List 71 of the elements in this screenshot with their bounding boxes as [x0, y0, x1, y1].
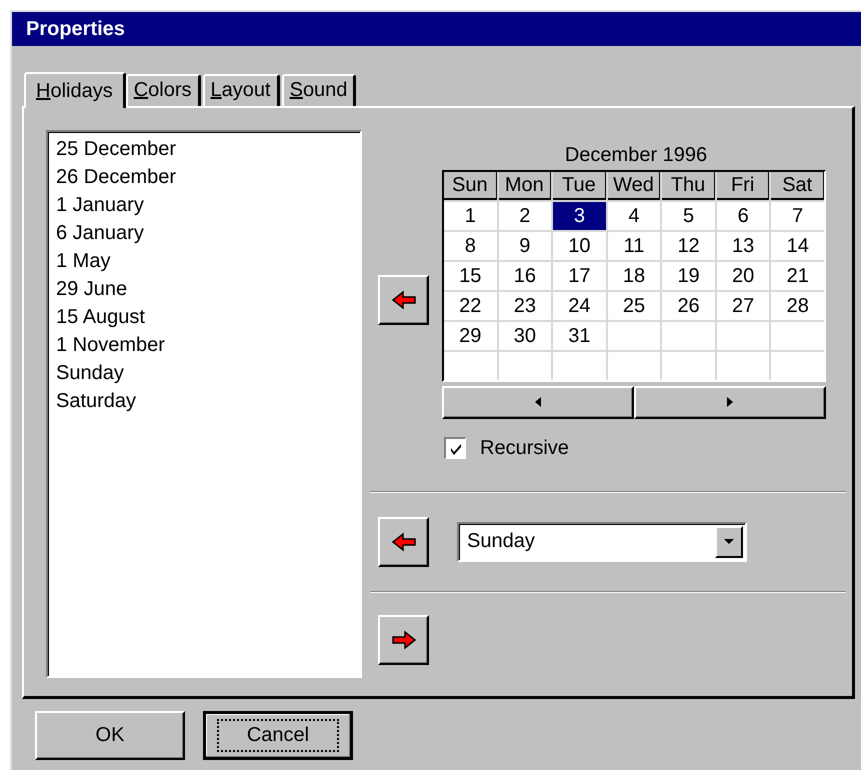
day-cell[interactable]: 26: [662, 292, 715, 320]
list-item[interactable]: 29 June: [56, 275, 360, 303]
list-item[interactable]: 1 May: [56, 247, 360, 275]
checkbox-label: Recursive: [480, 436, 569, 460]
day-cell[interactable]: 16: [498, 262, 552, 290]
day-cell[interactable]: 23: [498, 292, 552, 320]
day-cell[interactable]: 10: [553, 232, 606, 260]
list-item[interactable]: 25 December: [56, 135, 360, 163]
day-cell[interactable]: 8: [444, 232, 497, 260]
day-cell[interactable]: 15: [444, 262, 497, 290]
weekday-header: Mon: [498, 172, 552, 200]
day-cell[interactable]: 9: [498, 232, 552, 260]
day-cell[interactable]: 29: [444, 322, 497, 350]
day-cell[interactable]: 7: [771, 202, 824, 230]
day-cell[interactable]: 5: [662, 202, 715, 230]
day-cell[interactable]: 27: [716, 292, 770, 320]
list-item[interactable]: 1 November: [56, 331, 360, 359]
weekday-header: Wed: [608, 172, 660, 200]
cancel-button[interactable]: Cancel: [203, 711, 353, 760]
day-cell[interactable]: 18: [608, 262, 660, 290]
day-cell[interactable]: 1: [444, 202, 497, 230]
day-cell[interactable]: 6: [716, 202, 770, 230]
day-cell[interactable]: 4: [608, 202, 660, 230]
arrow-button[interactable]: [378, 516, 429, 567]
checkmark-icon: [448, 442, 462, 456]
left-triangle-icon: [534, 396, 542, 408]
arrow-button[interactable]: [378, 274, 429, 325]
weekday-header: Sun: [444, 172, 497, 200]
weekday-header: Tue: [553, 172, 606, 200]
checkbox[interactable]: [444, 437, 466, 460]
left-arrow-icon: [390, 288, 416, 311]
list-item[interactable]: Sunday: [56, 359, 360, 387]
day-cell[interactable]: 19: [662, 262, 715, 290]
day-cell[interactable]: 3: [553, 202, 606, 230]
tab[interactable]: Colors: [126, 74, 201, 106]
day-cell[interactable]: 25: [608, 292, 660, 320]
day-cell[interactable]: 2: [498, 202, 552, 230]
left-arrow-icon: [390, 530, 416, 553]
day-cell[interactable]: 12: [662, 232, 715, 260]
day-cell[interactable]: 28: [771, 292, 824, 320]
list-item[interactable]: 1 January: [56, 191, 360, 219]
tab[interactable]: Holidays: [24, 72, 126, 108]
list-item[interactable]: Saturday: [56, 387, 360, 415]
list-item[interactable]: 6 January: [56, 219, 360, 247]
tab[interactable]: Sound: [282, 74, 356, 106]
dropdown-arrow-icon: [723, 538, 735, 546]
day-cell[interactable]: 24: [553, 292, 606, 320]
day-cell[interactable]: 11: [608, 232, 660, 260]
day-cell[interactable]: 14: [771, 232, 824, 260]
day-cell[interactable]: 17: [553, 262, 606, 290]
ok-button[interactable]: OK: [35, 711, 185, 760]
weekday-header: Sat: [771, 172, 824, 200]
previous-month-button[interactable]: [442, 386, 634, 419]
weekday-dropdown[interactable]: Sunday: [457, 522, 747, 562]
right-arrow-icon: [390, 628, 416, 651]
right-triangle-icon: [726, 396, 734, 408]
window-title: Properties: [26, 18, 125, 40]
day-cell[interactable]: 31: [553, 322, 606, 350]
tab[interactable]: Layout: [202, 74, 280, 106]
weekday-header: Fri: [716, 172, 770, 200]
weekday-header: Thu: [662, 172, 715, 200]
day-cell[interactable]: 22: [444, 292, 497, 320]
next-month-button[interactable]: [634, 386, 826, 419]
list-item[interactable]: 15 August: [56, 303, 360, 331]
list-item[interactable]: 26 December: [56, 163, 360, 191]
day-cell[interactable]: 21: [771, 262, 824, 290]
day-cell[interactable]: 20: [716, 262, 770, 290]
day-cell[interactable]: 13: [716, 232, 770, 260]
arrow-button[interactable]: [378, 614, 429, 665]
calendar-title: December 1996: [564, 144, 708, 168]
day-cell[interactable]: 30: [498, 322, 552, 350]
